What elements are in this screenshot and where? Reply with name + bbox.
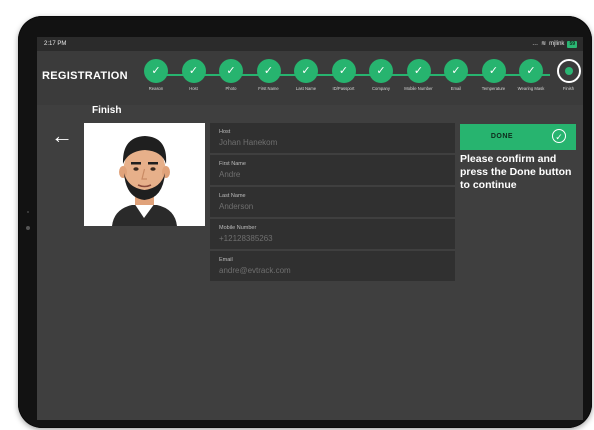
step-label: Last Name: [295, 86, 317, 91]
check-icon: ✓: [481, 59, 506, 83]
current-step-icon: [556, 59, 581, 83]
page-title: REGISTRATION: [42, 70, 128, 82]
step-label: ID/Passport: [332, 86, 355, 91]
step-company[interactable]: ✓ Company: [364, 59, 398, 91]
sensor-dot: [27, 211, 29, 213]
wifi-label: mjlink: [549, 41, 565, 47]
app-screen: 2:17 PM … ≋ mjlink 59 REGISTRATION ✓ Reas…: [37, 37, 583, 420]
avatar-illustration: [112, 136, 177, 226]
step-label: Company: [372, 86, 390, 91]
field-last-name[interactable]: Last Name Anderson: [210, 187, 455, 217]
step-mobile-number[interactable]: ✓ Mobile Number: [402, 59, 436, 91]
field-email[interactable]: Email andre@evtrack.com: [210, 251, 455, 281]
check-icon: ✓: [256, 59, 281, 83]
step-reason[interactable]: ✓ Reason: [139, 59, 173, 91]
field-mobile-number[interactable]: Mobile Number +12128385263: [210, 219, 455, 249]
check-icon: ✓: [331, 59, 356, 83]
field-value: andre@evtrack.com: [219, 266, 291, 275]
field-label: Mobile Number: [219, 225, 257, 231]
check-icon: ✓: [144, 59, 168, 83]
field-host[interactable]: Host Johan Hanekom: [210, 123, 455, 153]
check-icon: ✓: [294, 59, 318, 83]
signal-icon: …: [532, 41, 539, 47]
step-last-name[interactable]: ✓ Last Name: [289, 59, 323, 91]
field-label: Host: [219, 129, 231, 135]
registration-header: REGISTRATION ✓ Reason ✓ Host ✓ Photo ✓ First Na…: [37, 51, 583, 105]
field-value: Andre: [219, 170, 241, 179]
summary-fields: Host Johan Hanekom First Name Andre Last…: [210, 123, 455, 283]
step-host[interactable]: ✓ Host: [177, 59, 211, 91]
step-first-name[interactable]: ✓ First Name: [252, 59, 286, 91]
field-label: First Name: [219, 161, 246, 167]
step-id-passport[interactable]: ✓ ID/Passport: [327, 59, 361, 91]
step-label: Wearing Mask: [517, 86, 545, 91]
field-first-name[interactable]: First Name Andre: [210, 155, 455, 185]
step-finish[interactable]: Finish: [552, 59, 584, 91]
check-icon: ✓: [406, 59, 431, 83]
check-icon: ✓: [444, 59, 468, 83]
step-email[interactable]: ✓ Email: [439, 59, 473, 91]
step-photo[interactable]: ✓ Photo: [214, 59, 248, 91]
done-button[interactable]: DONE ✓: [460, 124, 576, 150]
check-icon: ✓: [519, 59, 543, 83]
step-wearing-mask[interactable]: ✓ Wearing Mask: [514, 59, 548, 91]
step-label: Email: [450, 86, 462, 91]
status-bar: 2:17 PM … ≋ mjlink 59: [37, 37, 583, 51]
step-label: Photo: [225, 86, 237, 91]
back-arrow-icon[interactable]: ←: [51, 125, 73, 147]
wifi-icon: ≋: [541, 41, 547, 47]
field-value: +12128385263: [219, 234, 273, 243]
step-label: Temperature: [481, 86, 506, 91]
step-label: Host: [189, 86, 198, 91]
battery-icon: 59: [567, 40, 577, 48]
done-button-label: DONE: [490, 133, 514, 140]
field-value: Johan Hanekom: [219, 138, 278, 147]
status-indicators: … ≋ mjlink 59: [532, 37, 577, 51]
section-title: Finish: [92, 105, 122, 116]
field-label: Email: [219, 257, 233, 263]
step-label: Finish: [562, 86, 575, 91]
check-icon: ✓: [181, 59, 206, 83]
step-label: Mobile Number: [404, 86, 433, 91]
confirm-instruction: Please confirm and press the Done button…: [460, 153, 572, 191]
status-time: 2:17 PM: [44, 41, 67, 47]
camera-dot: [26, 226, 30, 230]
check-icon: ✓: [369, 59, 393, 83]
step-label: Reason: [148, 86, 164, 91]
check-icon: ✓: [219, 59, 243, 83]
field-value: Anderson: [219, 202, 254, 211]
visitor-photo: [84, 123, 205, 226]
step-label: First Name: [258, 86, 279, 91]
field-label: Last Name: [219, 193, 246, 199]
check-circle-icon: ✓: [552, 129, 566, 143]
step-temperature[interactable]: ✓ Temperature: [477, 59, 511, 91]
